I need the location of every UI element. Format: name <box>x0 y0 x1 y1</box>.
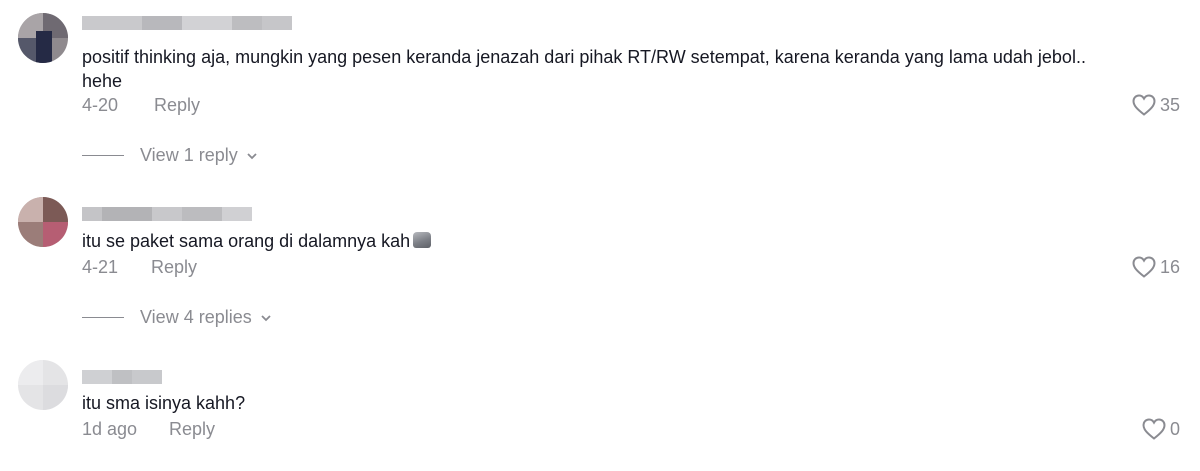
comment-text-line: positif thinking aja, mungkin yang pesen… <box>82 47 1086 67</box>
comment-date: 4-21 <box>82 257 119 277</box>
username-blurred[interactable] <box>82 207 252 221</box>
chevron-down-icon <box>261 314 271 321</box>
like-count: 35 <box>1159 94 1180 115</box>
comment-item: itu sma isinya kahh? 1d ago Reply 0 <box>0 340 1200 471</box>
heart-outline-icon <box>1132 94 1156 116</box>
comment-text: itu sma isinya kahh? <box>82 391 1162 415</box>
comment-meta: 1d ago Reply <box>82 419 215 440</box>
username-blurred[interactable] <box>82 370 162 384</box>
comment-item: positif thinking aja, mungkin yang pesen… <box>0 0 1200 180</box>
reply-button[interactable]: Reply <box>169 419 215 440</box>
comment-meta: 4-20 Reply <box>82 95 200 116</box>
like-count: 16 <box>1159 256 1180 277</box>
avatar[interactable] <box>18 360 68 410</box>
heart-outline-icon <box>1142 418 1166 440</box>
comment-text-line: hehe <box>82 71 123 91</box>
comment-text: itu se paket sama orang di dalamnya kah <box>82 229 1162 253</box>
avatar[interactable] <box>18 13 68 63</box>
avatar[interactable] <box>18 197 68 247</box>
view-replies-button[interactable]: View 1 reply <box>82 145 258 166</box>
heart-outline-icon <box>1132 256 1156 278</box>
reply-button[interactable]: Reply <box>154 95 200 116</box>
comment-text: positif thinking aja, mungkin yang pesen… <box>82 45 1162 93</box>
view-replies-label: View 4 replies <box>140 307 252 327</box>
chevron-down-icon <box>247 152 257 159</box>
like-count: 0 <box>1169 418 1180 439</box>
reply-button[interactable]: Reply <box>151 257 197 278</box>
divider-line <box>82 155 124 156</box>
divider-line <box>82 317 124 318</box>
comment-date: 1d ago <box>82 419 138 439</box>
comment-text-line: itu sma isinya kahh? <box>82 393 246 413</box>
view-replies-button[interactable]: View 4 replies <box>82 307 272 328</box>
moai-emoji <box>413 232 432 248</box>
like-button[interactable]: 0 <box>1142 418 1180 440</box>
comment-text-line: itu se paket sama orang di dalamnya kah <box>82 231 411 251</box>
like-button[interactable]: 35 <box>1132 94 1180 116</box>
comment-meta: 4-21 Reply <box>82 257 197 278</box>
username-blurred[interactable] <box>82 16 302 30</box>
like-button[interactable]: 16 <box>1132 256 1180 278</box>
comment-item: itu se paket sama orang di dalamnya kah … <box>0 180 1200 340</box>
view-replies-label: View 1 reply <box>140 145 238 165</box>
comment-date: 4-20 <box>82 95 119 115</box>
